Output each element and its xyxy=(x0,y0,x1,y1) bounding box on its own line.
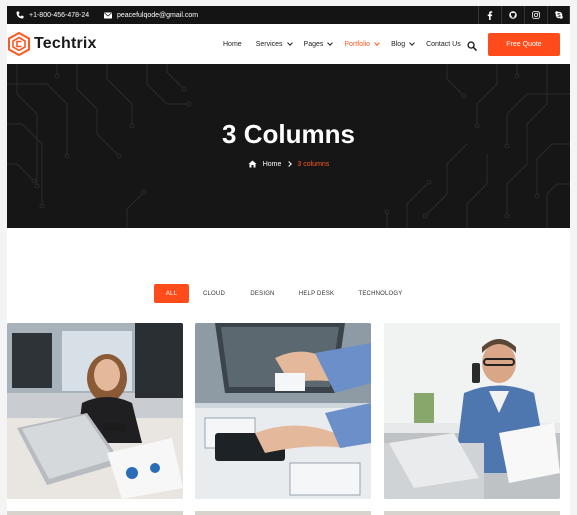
portfolio-item-next-row xyxy=(195,511,371,515)
page-hero: 3 Columns Home 3 columns xyxy=(7,64,570,228)
nav-item-label: Contact Us xyxy=(426,40,461,48)
nav-item-services[interactable]: Services xyxy=(255,39,293,48)
breadcrumb-current: 3 columns xyxy=(297,160,330,168)
instagram-link[interactable] xyxy=(524,6,547,24)
github-icon xyxy=(509,11,517,19)
chevron-down-icon xyxy=(286,39,293,46)
nav-item-label: Home xyxy=(223,40,242,48)
logo-mark-icon xyxy=(8,32,30,56)
page-frame: +1-800-456-478-24 peacefulqode@gmail.com xyxy=(7,6,570,515)
phone-icon xyxy=(15,11,24,20)
github-link[interactable] xyxy=(501,6,524,24)
nav-item-label: Services xyxy=(255,40,283,48)
portfolio-filters: ALL CLOUD DESIGN HELP DESK TECHNOLOGY xyxy=(154,284,414,303)
chevron-down-icon xyxy=(409,39,415,46)
phone-number: +1-800-456-478-24 xyxy=(29,11,90,19)
skype-link[interactable] xyxy=(547,6,570,24)
site-header: Techtrix Home Services Pages Portfolio B… xyxy=(7,24,570,64)
search-icon xyxy=(467,41,477,51)
email-address: peacefulqode@gmail.com xyxy=(117,11,199,19)
nav-item-portfolio[interactable]: Portfolio xyxy=(344,39,380,48)
page-title: 3 Columns xyxy=(222,119,355,149)
chevron-down-icon xyxy=(374,39,380,46)
portfolio-image-design-sketches xyxy=(195,323,371,499)
instagram-icon xyxy=(532,11,540,19)
breadcrumb: Home 3 columns xyxy=(7,160,570,168)
filter-cloud[interactable]: CLOUD xyxy=(189,284,239,303)
portfolio-item[interactable] xyxy=(195,323,371,499)
facebook-link[interactable] xyxy=(478,6,501,24)
search-button[interactable] xyxy=(467,38,478,51)
portfolio-item[interactable] xyxy=(384,323,560,499)
nav-item-pages[interactable]: Pages xyxy=(303,39,334,48)
nav-item-label: Portfolio xyxy=(344,40,371,48)
nav-item-label: Blog xyxy=(391,40,406,48)
email-contact[interactable]: peacefulqode@gmail.com xyxy=(103,6,198,24)
filter-design[interactable]: DESIGN xyxy=(239,284,286,303)
site-logo[interactable]: Techtrix xyxy=(8,31,97,57)
free-quote-button[interactable]: Free Quote xyxy=(488,33,560,56)
filter-technology[interactable]: TECHNOLOGY xyxy=(347,284,414,303)
nav-item-contact[interactable]: Contact Us xyxy=(426,41,461,48)
chevron-down-icon xyxy=(327,39,334,46)
home-icon xyxy=(248,160,257,168)
portfolio-item-next-row xyxy=(7,511,183,515)
filter-all[interactable]: ALL xyxy=(154,284,189,303)
portfolio-item[interactable] xyxy=(7,323,183,499)
logo-text: Techtrix xyxy=(34,35,97,52)
main-nav: Home Services Pages Portfolio Blog Conta… xyxy=(223,24,461,64)
chevron-right-icon xyxy=(286,161,293,167)
portfolio-image-man-phone xyxy=(384,323,560,499)
top-bar: +1-800-456-478-24 peacefulqode@gmail.com xyxy=(7,6,570,24)
skype-icon xyxy=(554,11,563,19)
envelope-icon xyxy=(103,11,112,20)
breadcrumb-home-link[interactable]: Home xyxy=(263,161,282,168)
portfolio-image-woman-laptop xyxy=(7,323,183,499)
nav-item-label: Pages xyxy=(303,40,324,48)
portfolio-item-next-row xyxy=(384,511,560,515)
phone-contact[interactable]: +1-800-456-478-24 xyxy=(15,6,89,24)
social-links xyxy=(478,6,570,24)
nav-item-blog[interactable]: Blog xyxy=(391,39,415,48)
facebook-icon xyxy=(487,10,493,20)
filter-help-desk[interactable]: HELP DESK xyxy=(286,284,347,303)
nav-item-home[interactable]: Home xyxy=(223,41,242,48)
